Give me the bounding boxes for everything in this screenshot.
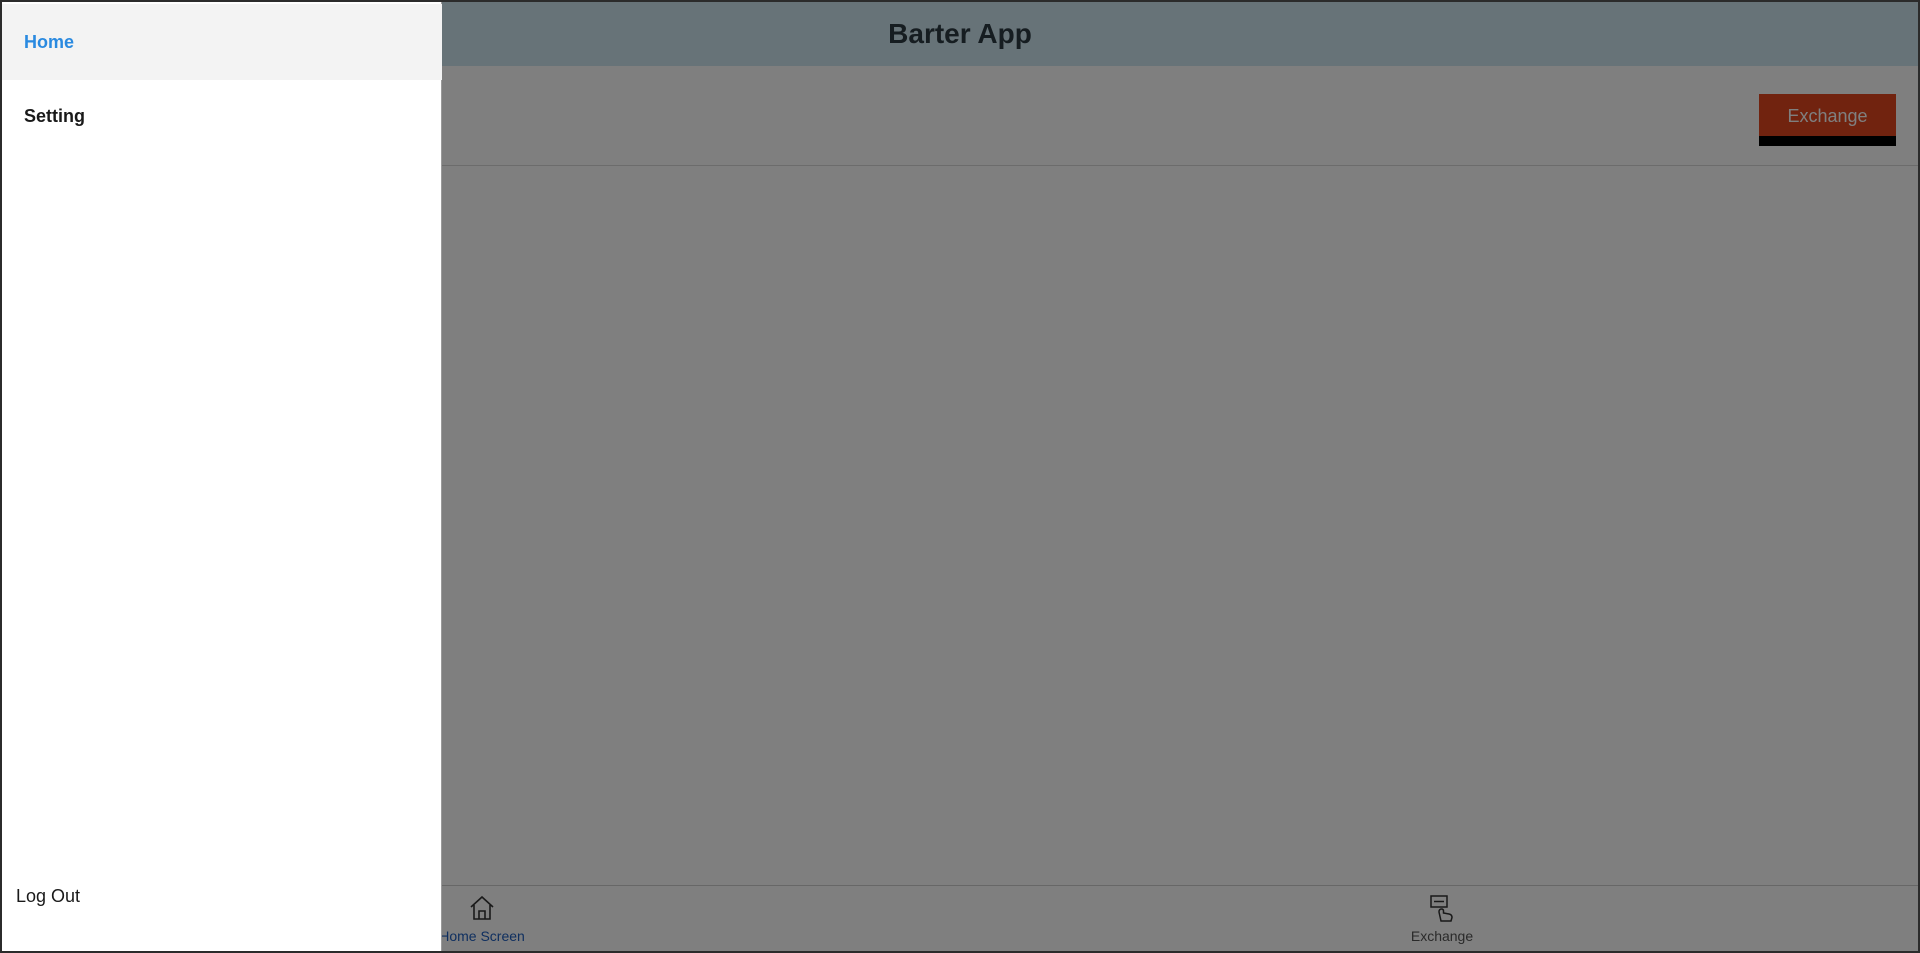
app-window: Barter App Exchange Home Screen	[0, 0, 1920, 953]
drawer-item-home[interactable]: Home	[2, 4, 442, 80]
logout-button[interactable]: Log Out	[16, 886, 80, 907]
drawer-item-setting[interactable]: Setting	[2, 78, 442, 154]
navigation-drawer: Home Setting Log Out	[2, 2, 442, 951]
